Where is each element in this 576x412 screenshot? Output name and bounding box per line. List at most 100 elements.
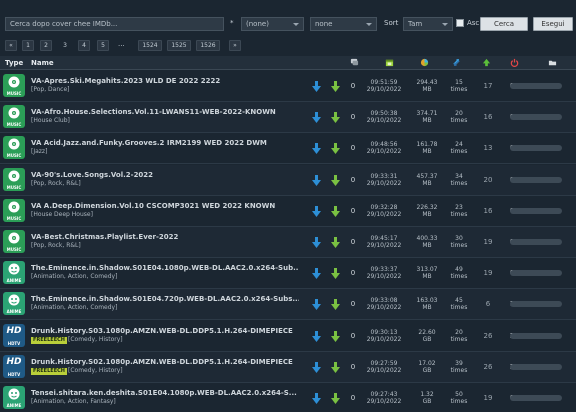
torrent-name-link[interactable]: VA-Afro.House.Selections.Vol.11-LWANS11-… bbox=[31, 108, 299, 116]
save-arrow-icon[interactable] bbox=[331, 143, 340, 155]
asc-checkbox[interactable] bbox=[456, 19, 464, 27]
uploader-name[interactable] bbox=[510, 176, 562, 183]
category-badge-music[interactable]: MUSIC bbox=[3, 167, 25, 191]
reset-button[interactable]: Esegui bbox=[533, 17, 573, 31]
uploader-name[interactable] bbox=[510, 363, 562, 370]
category-badge-music[interactable]: MUSIC bbox=[3, 74, 25, 97]
save-arrow-icon[interactable] bbox=[331, 237, 340, 248]
save-arrow-icon[interactable] bbox=[331, 299, 340, 311]
completed-icon[interactable] bbox=[510, 58, 519, 67]
page-1526[interactable]: 1526 bbox=[196, 40, 220, 51]
page-5[interactable]: 5 bbox=[97, 40, 109, 51]
torrent-name-link[interactable]: The.Eminence.in.Shadow.S01E04.720p.WEB-D… bbox=[31, 295, 299, 303]
table-row[interactable]: MUSIC VA-Apres.Ski.Megahits.2023 WLD DE 2… bbox=[0, 71, 576, 102]
comments-count[interactable]: 0 bbox=[343, 238, 363, 246]
torrent-name-link[interactable]: VA-90's.Love.Songs.Vol.2-2022 bbox=[31, 171, 299, 179]
torrent-name-link[interactable]: VA Acid.Jazz.and.Funky.Grooves.2 IRM2199… bbox=[31, 139, 299, 147]
type-select[interactable]: none bbox=[310, 17, 377, 31]
seeders-count[interactable]: 13 bbox=[478, 144, 498, 152]
save-arrow-icon[interactable] bbox=[331, 268, 340, 280]
page-1525[interactable]: 1525 bbox=[167, 40, 191, 51]
uploader-name[interactable] bbox=[510, 270, 562, 277]
size-icon[interactable] bbox=[420, 58, 429, 67]
table-row[interactable]: MUSIC VA Acid.Jazz.and.Funky.Grooves.2 IR… bbox=[0, 133, 576, 165]
seeders-count[interactable]: 26 bbox=[478, 363, 498, 371]
uploader-name[interactable] bbox=[510, 395, 562, 401]
table-row[interactable]: HD HDTV Drunk.History.S02.1080p.AMZN.WEB-D… bbox=[0, 351, 576, 383]
search-button[interactable]: Cerca bbox=[480, 17, 528, 31]
page-2[interactable]: 2 bbox=[40, 40, 52, 51]
save-arrow-icon[interactable] bbox=[331, 112, 340, 124]
folder-icon[interactable] bbox=[548, 58, 557, 67]
uploader-name[interactable] bbox=[510, 301, 562, 308]
comments-count[interactable]: 0 bbox=[343, 300, 363, 308]
comments-count[interactable]: 0 bbox=[343, 207, 363, 215]
category-badge-anime[interactable]: ANIME bbox=[3, 386, 25, 409]
torrent-name-link[interactable]: VA-Apres.Ski.Megahits.2023 WLD DE 2022 2… bbox=[31, 77, 299, 85]
torrent-name-link[interactable]: The.Eminence.in.Shadow.S01E04.1080p.WEB-… bbox=[31, 264, 299, 272]
download-arrow-icon[interactable] bbox=[312, 330, 321, 342]
comments-count[interactable]: 0 bbox=[343, 144, 363, 152]
comments-count[interactable]: 0 bbox=[343, 82, 363, 90]
seeders-count[interactable]: 20 bbox=[478, 176, 498, 184]
table-row[interactable]: ANIME Tensei.shitara.ken.deshita.S01E04.1… bbox=[0, 383, 576, 412]
table-row[interactable]: HD HDTV Drunk.History.S03.1080p.AMZN.WEB-D… bbox=[0, 321, 576, 352]
category-badge-music[interactable]: MUSIC bbox=[3, 136, 25, 160]
save-arrow-icon[interactable] bbox=[331, 330, 340, 342]
category-badge-anime[interactable]: ANIME bbox=[3, 292, 25, 316]
seeders-count[interactable]: 17 bbox=[478, 82, 498, 90]
torrent-name-link[interactable]: Tensei.shitara.ken.deshita.S01E04.1080p.… bbox=[31, 389, 299, 397]
save-arrow-icon[interactable] bbox=[331, 393, 340, 404]
download-arrow-icon[interactable] bbox=[312, 268, 321, 280]
table-row[interactable]: MUSIC VA-Best.Christmas.Playlist.Ever-202… bbox=[0, 227, 576, 258]
seeders-count[interactable]: 16 bbox=[478, 207, 498, 215]
calendar-icon[interactable] bbox=[385, 58, 394, 67]
page-4[interactable]: 4 bbox=[78, 40, 90, 51]
uploader-name[interactable] bbox=[510, 239, 562, 245]
download-arrow-icon[interactable] bbox=[312, 81, 321, 92]
download-arrow-icon[interactable] bbox=[312, 237, 321, 248]
uploader-name[interactable] bbox=[510, 145, 562, 152]
seeders-count[interactable]: 19 bbox=[478, 394, 498, 402]
uploader-name[interactable] bbox=[510, 207, 562, 214]
page-1[interactable]: 1 bbox=[22, 40, 34, 51]
uploader-name[interactable] bbox=[510, 83, 562, 89]
torrent-name-link[interactable]: Drunk.History.S03.1080p.AMZN.WEB-DL.DDP5… bbox=[31, 327, 299, 335]
download-arrow-icon[interactable] bbox=[312, 112, 321, 124]
uploader-name[interactable] bbox=[510, 114, 562, 121]
seeders-count[interactable]: 6 bbox=[478, 300, 498, 308]
sort-select[interactable]: Tam bbox=[403, 17, 453, 31]
download-arrow-icon[interactable] bbox=[312, 174, 321, 186]
leechers-icon[interactable] bbox=[482, 58, 491, 67]
table-row[interactable]: ANIME The.Eminence.in.Shadow.S01E04.1080p… bbox=[0, 258, 576, 290]
category-badge-music[interactable]: MUSIC bbox=[3, 198, 25, 222]
table-row[interactable]: ANIME The.Eminence.in.Shadow.S01E04.720p.… bbox=[0, 289, 576, 321]
download-arrow-icon[interactable] bbox=[312, 361, 321, 373]
comments-count[interactable]: 0 bbox=[343, 363, 363, 371]
comments-count[interactable]: 0 bbox=[343, 269, 363, 277]
comments-count[interactable]: 0 bbox=[343, 176, 363, 184]
download-arrow-icon[interactable] bbox=[312, 143, 321, 155]
category-select[interactable]: (none) bbox=[241, 17, 304, 31]
table-row[interactable]: MUSIC VA-Afro.House.Selections.Vol.11-LWA… bbox=[0, 102, 576, 134]
download-arrow-icon[interactable] bbox=[312, 299, 321, 311]
download-arrow-icon[interactable] bbox=[312, 393, 321, 404]
header-name[interactable]: Name bbox=[31, 59, 54, 67]
torrent-name-link[interactable]: VA A.Deep.Dimension.Vol.10 CSCOMP3021 WE… bbox=[31, 202, 299, 210]
pagination-next[interactable]: » bbox=[229, 40, 241, 51]
page-1524[interactable]: 1524 bbox=[138, 40, 162, 51]
seeders-icon[interactable] bbox=[452, 58, 461, 67]
download-arrow-icon[interactable] bbox=[312, 205, 321, 217]
seeders-count[interactable]: 16 bbox=[478, 113, 498, 121]
pagination-prev[interactable]: « bbox=[5, 40, 17, 51]
category-badge-hdtv[interactable]: HD HDTV bbox=[3, 323, 25, 347]
uploader-name[interactable] bbox=[510, 332, 562, 339]
table-row[interactable]: MUSIC VA-90's.Love.Songs.Vol.2-2022 [Pop, … bbox=[0, 164, 576, 196]
category-badge-music[interactable]: MUSIC bbox=[3, 105, 25, 129]
torrent-name-link[interactable]: Drunk.History.S02.1080p.AMZN.WEB-DL.DDP5… bbox=[31, 358, 299, 366]
header-type[interactable]: Type bbox=[5, 59, 23, 67]
category-badge-hdtv[interactable]: HD HDTV bbox=[3, 354, 25, 378]
search-input[interactable]: Cerca dopo cover chee IMDb... bbox=[5, 17, 224, 31]
table-row[interactable]: MUSIC VA A.Deep.Dimension.Vol.10 CSCOMP30… bbox=[0, 196, 576, 227]
save-arrow-icon[interactable] bbox=[331, 174, 340, 186]
